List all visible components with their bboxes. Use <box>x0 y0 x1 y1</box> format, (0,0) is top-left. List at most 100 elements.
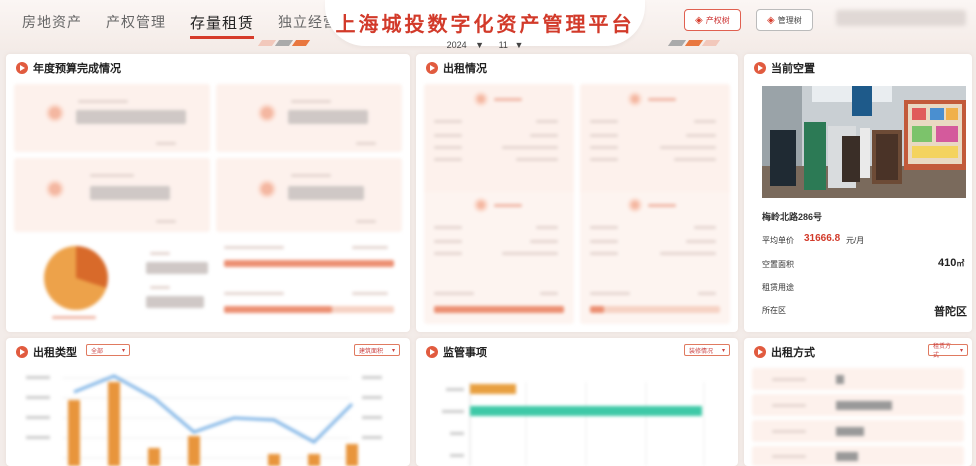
page-title: 上海城投数字化资产管理平台 <box>335 14 635 36</box>
chevron-down-icon: ▾ <box>721 347 725 354</box>
nav-tab-property-rights[interactable]: 产权管理 <box>106 12 166 39</box>
blurred-text <box>686 134 716 137</box>
rent-mode-filter-select[interactable]: 租赁方式 ▾ <box>928 344 968 359</box>
blurred-text <box>502 252 558 255</box>
blurred-text <box>590 226 618 229</box>
chevron-down-icon: ▾ <box>391 347 395 354</box>
stripe <box>257 40 277 46</box>
manage-tree-label: 管理树 <box>777 15 802 25</box>
vacant-area-unit: ㎡ <box>956 259 965 268</box>
budget-panel: 年度预算完成情况 <box>6 54 410 332</box>
progress-track <box>590 306 720 313</box>
blurred-text <box>648 98 676 101</box>
blurred-number <box>288 110 368 124</box>
rental-card <box>424 192 574 324</box>
vacant-area-value: 410㎡ <box>938 257 964 269</box>
year-select[interactable]: 2024 ▼ <box>447 40 484 50</box>
stripe <box>701 40 721 46</box>
vacancy-title-text: 当前空置 <box>771 63 815 75</box>
blurred-text <box>156 142 176 145</box>
blurred-number <box>836 375 844 384</box>
blurred-text <box>772 455 806 458</box>
chevron-down-icon: ▾ <box>959 347 963 354</box>
vacancy-property-photo[interactable] <box>762 86 966 198</box>
property-photo-illustration <box>762 86 966 198</box>
blurred-text <box>291 174 331 177</box>
property-tree-label: 产权树 <box>705 15 730 25</box>
budget-title-text: 年度预算完成情况 <box>33 63 121 75</box>
blurred-text <box>494 98 522 101</box>
blurred-text <box>536 120 558 123</box>
blurred-text <box>502 146 558 149</box>
layers-icon: ◈ <box>767 14 775 26</box>
main-nav: 房地资产 产权管理 存量租赁 独立经营 <box>22 12 362 39</box>
supervision-filter-select[interactable]: 装修情况 ▾ <box>684 344 730 356</box>
rent-type-filter-value: 全部 <box>91 348 104 355</box>
vacancy-address: 梅岭北路286号 <box>762 212 823 222</box>
budget-card-icon <box>46 104 64 122</box>
avg-price-value: 31666.8 <box>804 233 841 244</box>
blurred-text <box>434 120 462 123</box>
rent-type-metric-select[interactable]: 建筑面积 ▾ <box>354 344 400 356</box>
play-icon <box>754 346 766 358</box>
progress-fill <box>224 260 394 267</box>
blurred-number <box>90 186 170 200</box>
manage-tree-button[interactable]: ◈ 管理树 <box>756 9 813 31</box>
blurred-text <box>590 120 618 123</box>
budget-card-icon <box>258 104 276 122</box>
date-selector: 2024 ▼ 11 ▼ <box>325 40 645 50</box>
blurred-text <box>660 146 716 149</box>
blurred-text <box>772 404 806 407</box>
blurred-text <box>694 226 716 229</box>
blurred-text <box>590 240 618 243</box>
blurred-text <box>698 292 716 295</box>
blurred-text <box>150 252 170 255</box>
blurred-text <box>674 158 716 161</box>
blurred-text <box>356 142 376 145</box>
blurred-text <box>686 240 716 243</box>
district-label: 所在区 <box>762 306 786 315</box>
blurred-text <box>590 292 630 295</box>
rental-card <box>580 192 730 324</box>
month-select[interactable]: 11 ▼ <box>499 40 524 50</box>
header-stripes-left <box>257 40 311 46</box>
rent-type-filter-select[interactable]: 全部 ▾ <box>86 344 130 356</box>
blurred-text <box>530 134 558 137</box>
budget-card-icon <box>46 180 64 198</box>
supervision-filter-value: 装修情况 <box>689 348 714 355</box>
nav-tab-stock-leasing[interactable]: 存量租赁 <box>190 12 255 39</box>
blurred-number <box>146 262 208 274</box>
nav-tab-real-estate[interactable]: 房地资产 <box>22 12 82 39</box>
vacant-area-number: 410 <box>938 257 957 269</box>
blurred-text <box>434 240 462 243</box>
vacancy-panel-title: 当前空置 <box>754 60 815 76</box>
blurred-text <box>494 204 522 207</box>
budget-panel-title: 年度预算完成情况 <box>16 60 121 76</box>
blurred-text <box>434 158 462 161</box>
blurred-text <box>150 286 170 289</box>
vacant-area-label: 空置面积 <box>762 260 794 269</box>
rental-card-icon <box>474 198 488 212</box>
progress-fill <box>590 306 604 313</box>
district-value: 普陀区 <box>934 306 967 318</box>
blurred-text <box>536 226 558 229</box>
property-tree-button[interactable]: ◈ 产权树 <box>684 9 741 31</box>
user-info-blurred <box>836 10 966 26</box>
stripe <box>667 40 687 46</box>
rental-title-text: 出租情况 <box>443 63 487 75</box>
blurred-text <box>434 134 462 137</box>
budget-pie-chart <box>44 246 108 310</box>
blurred-number <box>146 296 204 308</box>
blurred-text <box>434 292 474 295</box>
blurred-text <box>52 316 96 319</box>
blurred-text <box>772 378 806 381</box>
top-header: 房地资产 产权管理 存量租赁 独立经营 上海城投数字化资产管理平台 2024 ▼… <box>0 0 976 50</box>
play-icon <box>16 346 28 358</box>
blurred-text <box>90 174 134 177</box>
rental-card-icon <box>628 198 642 212</box>
rent-type-chart <box>26 374 382 466</box>
blurred-number <box>76 110 186 124</box>
layers-icon: ◈ <box>695 14 703 26</box>
blurred-text <box>660 252 716 255</box>
chevron-down-icon: ▾ <box>121 347 125 354</box>
